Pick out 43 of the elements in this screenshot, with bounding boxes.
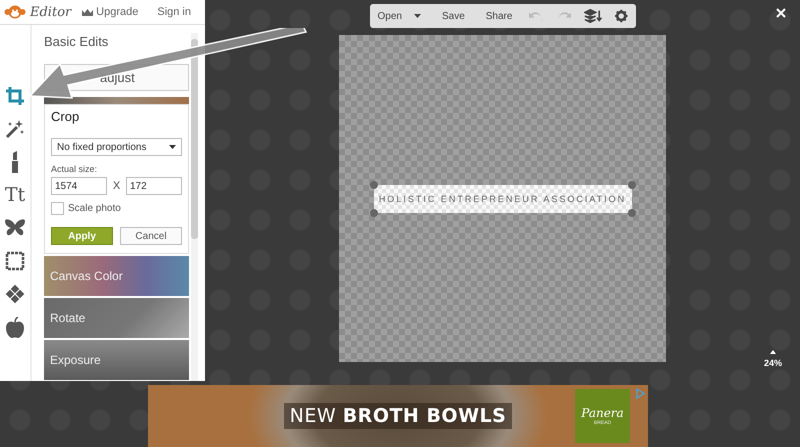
text-tool-label[interactable]: Tt [4, 184, 26, 206]
upgrade-link[interactable]: Upgrade [96, 6, 138, 18]
crop-title: Crop [51, 109, 80, 124]
width-field[interactable]: 1574 [51, 177, 107, 195]
crop-handle[interactable] [370, 208, 378, 216]
section-tile[interactable]: Exposure [44, 340, 189, 380]
apple-icon[interactable] [6, 316, 24, 338]
caret-icon [414, 14, 421, 18]
section-tile[interactable]: Canvas Color [44, 256, 189, 296]
diamond-pattern-icon[interactable] [5, 284, 25, 304]
crop-handle[interactable] [628, 208, 636, 216]
open-menu-button[interactable]: Open [378, 10, 425, 22]
ad-headline: NEW BROTH BOWLS [284, 403, 512, 429]
crop-handle[interactable] [370, 180, 378, 188]
zoom-up-icon[interactable] [770, 350, 776, 354]
proportion-dropdown[interactable]: No fixed proportions [51, 138, 182, 156]
banner-text: HOLISTIC ENTREPRENEUR ASSOCIATION [378, 194, 626, 204]
crop-handle[interactable] [628, 180, 636, 188]
caret-icon [169, 145, 176, 149]
cancel-button[interactable]: Cancel [120, 227, 182, 245]
lipstick-icon[interactable] [10, 151, 20, 173]
sign-in-link[interactable]: Sign in [157, 6, 191, 18]
magic-wand-icon[interactable] [5, 119, 25, 139]
crop-icon[interactable] [5, 86, 25, 106]
zoom-level: 24% [764, 358, 782, 368]
frame-icon[interactable] [5, 251, 25, 271]
toolbar-button[interactable]: Save [438, 10, 469, 22]
scale-photo-label: Scale photo [68, 203, 121, 214]
layers-icon[interactable] [584, 9, 602, 23]
monkey-logo-icon [4, 4, 26, 20]
panel-title: Basic Edits [44, 34, 110, 49]
butterfly-icon[interactable] [4, 218, 26, 238]
height-field[interactable]: 172 [126, 177, 182, 195]
scale-checkbox[interactable] [51, 202, 64, 215]
logo-text: Editor [30, 4, 72, 20]
size-separator: X [112, 180, 122, 192]
crown-icon [82, 8, 94, 16]
settings-icon[interactable] [614, 9, 628, 23]
section-tile[interactable]: Rotate [44, 298, 189, 338]
toolbar-button[interactable]: Share [482, 10, 516, 22]
scrollbar[interactable] [191, 33, 198, 381]
size-label: Actual size: [51, 164, 98, 174]
close-icon[interactable] [776, 8, 786, 18]
